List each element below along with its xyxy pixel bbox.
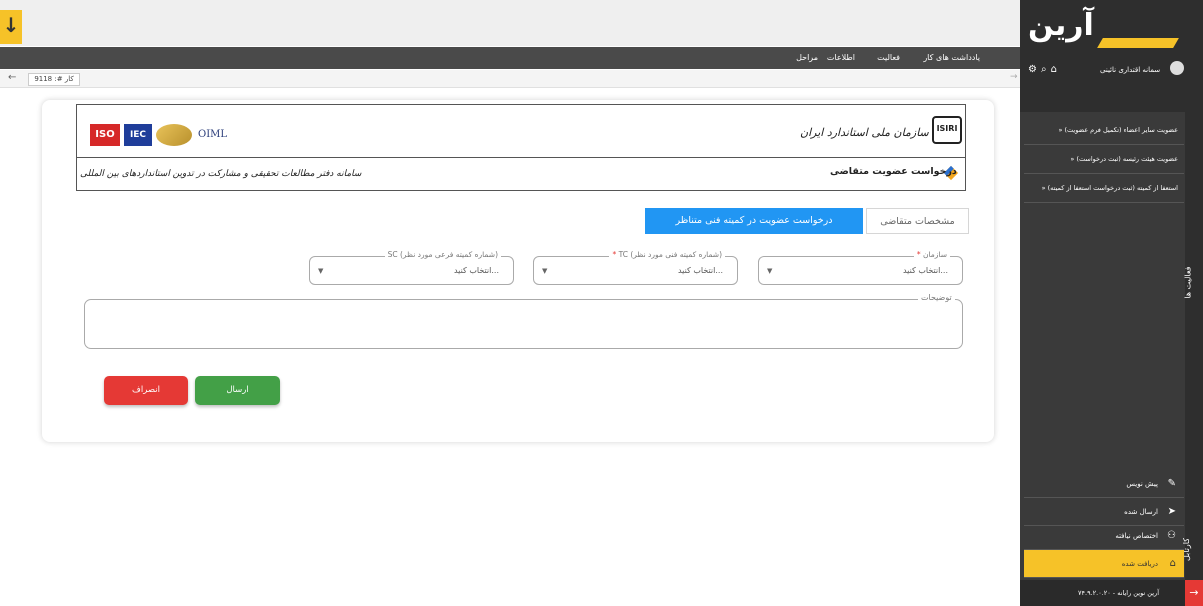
- side-strip: [1185, 0, 1203, 606]
- chevron-down-icon: ▼: [318, 267, 324, 275]
- sidebar-item-label: استعفا از کمیته (ثبت درخواست استعفا از ک…: [1047, 184, 1178, 192]
- sc-select[interactable]: SC (شماره کمیته فرعی مورد نظر) انتخاب کن…: [309, 250, 514, 285]
- organization-label: * سازمان: [913, 250, 950, 259]
- inbox-draft-label: پیش نویس: [1126, 480, 1158, 488]
- tab-applicant-details[interactable]: مشخصات متقاضی: [866, 208, 969, 234]
- tc-label: * TC (شماره کمیته فنی مورد نظر): [609, 250, 725, 259]
- gold-seal-logo: [156, 124, 192, 146]
- iec-logo: IEC: [124, 124, 152, 146]
- home-icon[interactable]: ⌂: [1051, 64, 1061, 75]
- cancel-button[interactable]: انصراف: [104, 376, 188, 405]
- settings-icon[interactable]: ⚙: [1028, 64, 1041, 75]
- chevron-down-icon: ▼: [542, 267, 548, 275]
- collapse-arrow-icon[interactable]: ↓: [0, 10, 22, 44]
- system-name: سامانه دفتر مطالعات تحقیقی و مشارکت در ت…: [80, 169, 362, 179]
- job-bar: [0, 70, 1020, 88]
- oiml-logo: OIML: [198, 129, 228, 140]
- inbox-received[interactable]: ⌂ دریافت شده: [1024, 550, 1184, 578]
- navigation-bar: مراحل اطلاعات فعالیت یادداشت های کار: [0, 47, 1020, 69]
- organization-label-text: سازمان: [922, 250, 947, 259]
- request-title: درخواست عضویت متقاضی: [830, 166, 957, 177]
- tc-placeholder: انتخاب کنید...: [677, 266, 723, 275]
- chevron-down-icon: ▼: [767, 267, 773, 275]
- header-divider: [76, 157, 966, 158]
- submit-button[interactable]: ارسال: [195, 376, 280, 405]
- users-icon: ⚇: [1167, 530, 1176, 541]
- description-label: توضیحات: [918, 293, 955, 302]
- nav-activity[interactable]: فعالیت: [877, 53, 900, 62]
- standard-emblem-icon: ISIRI: [932, 116, 962, 144]
- inbox-received-label: دریافت شده: [1121, 560, 1158, 568]
- sidebar-item-board-membership[interactable]: » عضویت هیئت رئیسه (ثبت درخواست): [1024, 145, 1184, 174]
- organization-placeholder: انتخاب کنید...: [902, 266, 948, 275]
- back-arrow-icon[interactable]: ←: [8, 72, 16, 83]
- tab-committee-membership[interactable]: درخواست عضویت در کمیته فنی متناظر: [645, 208, 863, 234]
- brand-logo: آرین: [1028, 8, 1095, 43]
- user-name[interactable]: سمانه اقتداری نائینی: [1100, 66, 1160, 74]
- sidebar-footer: آرین نوین رایانه - ۷۴.۹.۲.۰.۲۰: [1020, 580, 1185, 606]
- inbox-unassigned[interactable]: ⚇ اختصاص نیافته: [1024, 522, 1184, 550]
- nav-stages[interactable]: مراحل: [796, 53, 818, 62]
- nav-info[interactable]: اطلاعات: [827, 53, 855, 62]
- avatar[interactable]: [1170, 61, 1184, 75]
- iso-logo: ISO: [90, 124, 120, 146]
- inbox-unassigned-label: اختصاص نیافته: [1115, 532, 1158, 540]
- pencil-icon: ✎: [1167, 478, 1176, 489]
- inbox-sent-label: ارسال شده: [1124, 508, 1158, 516]
- organization-name: سازمان ملی استاندارد ایران: [800, 126, 929, 139]
- page: ↓ مراحل اطلاعات فعالیت یادداشت های کار ←…: [0, 0, 1203, 606]
- sc-placeholder: انتخاب کنید...: [453, 266, 499, 275]
- nav-job-notes[interactable]: یادداشت های کار: [923, 53, 980, 62]
- inbox-icon: ⌂: [1169, 558, 1176, 569]
- sidebar-item-label: عضویت هیئت رئیسه (ثبت درخواست): [1076, 155, 1178, 163]
- tc-label-text: TC (شماره کمیته فنی مورد نظر): [618, 250, 722, 259]
- tab-activities[interactable]: فعالیت ها: [1184, 266, 1193, 298]
- brand-stripe: [1097, 38, 1179, 48]
- organization-select[interactable]: * سازمان انتخاب کنید... ▼: [758, 250, 963, 285]
- search-icon[interactable]: ⌕: [1041, 64, 1051, 75]
- tc-select[interactable]: * TC (شماره کمیته فنی مورد نظر) انتخاب ک…: [533, 250, 738, 285]
- sidebar-item-other-members[interactable]: » عضویت سایر اعضاء (تکمیل فرم عضویت): [1024, 116, 1184, 145]
- inbox-draft[interactable]: ✎ پیش نویس: [1024, 470, 1184, 498]
- forward-arrow-icon[interactable]: →: [1010, 72, 1018, 82]
- job-number: کار #: 9118: [28, 73, 80, 86]
- sidebar-icons: ⚙⌕⌂: [1028, 64, 1061, 75]
- description-textarea[interactable]: [84, 299, 963, 349]
- logout-arrow-icon[interactable]: →: [1185, 580, 1203, 606]
- sidebar-item-resignation[interactable]: » استعفا از کمیته (ثبت درخواست استعفا از…: [1024, 174, 1184, 203]
- sc-label: SC (شماره کمیته فرعی مورد نظر): [384, 250, 501, 259]
- sidebar-item-label: عضویت سایر اعضاء (تکمیل فرم عضویت): [1064, 126, 1178, 134]
- top-strip: [0, 0, 1020, 46]
